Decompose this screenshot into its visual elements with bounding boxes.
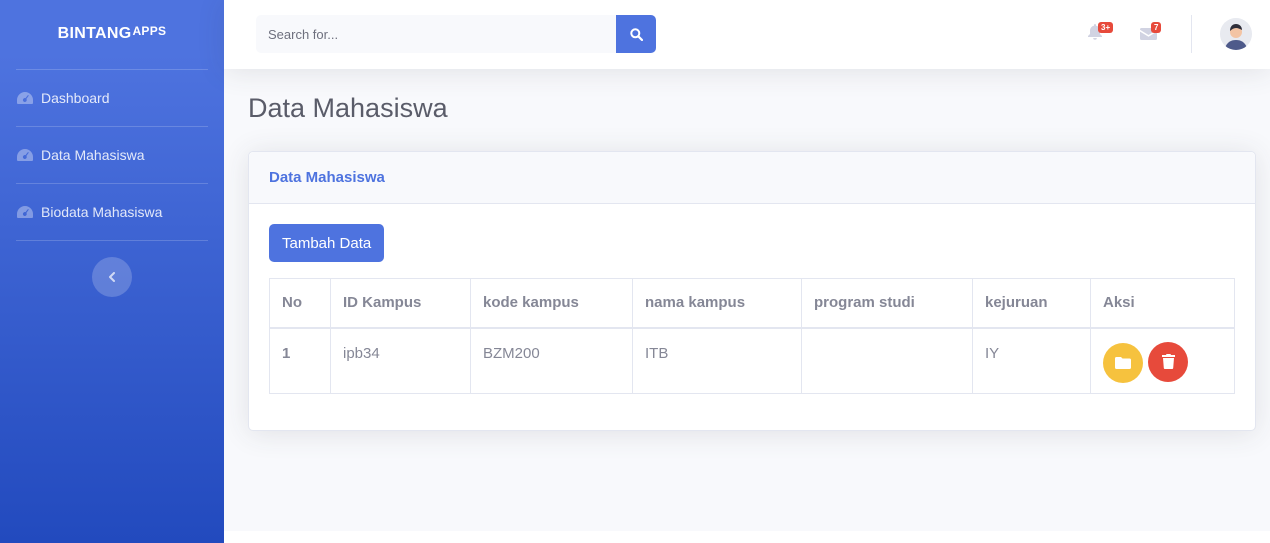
delete-button[interactable] [1148, 341, 1189, 382]
search-input[interactable] [256, 15, 616, 53]
trash-icon [1161, 354, 1175, 369]
sidebar-item-label: Biodata Mahasiswa [41, 204, 163, 220]
alerts-dropdown[interactable]: 3+ [1088, 22, 1114, 45]
search-icon [629, 27, 643, 41]
cell-id-kampus: ipb34 [330, 327, 471, 394]
sidebar-item-dashboard[interactable]: Dashboard [0, 70, 224, 126]
cell-no: 1 [269, 327, 331, 394]
sidebar-item-biodata-mahasiswa[interactable]: Biodata Mahasiswa [0, 184, 224, 240]
cell-program-studi [801, 327, 973, 394]
cell-nama-kampus: ITB [632, 327, 802, 394]
column-header: kejuruan [972, 278, 1091, 329]
table-header-row: No ID Kampus kode kampus nama kampus pro… [269, 278, 1235, 329]
detail-button[interactable] [1103, 343, 1143, 383]
sidebar-item-data-mahasiswa[interactable]: Data Mahasiswa [0, 127, 224, 183]
cell-kode-kampus: BZM200 [470, 327, 633, 394]
tachometer-icon [17, 149, 33, 161]
search-bar [256, 15, 656, 53]
topbar-divider [1191, 15, 1192, 53]
user-avatar[interactable] [1220, 18, 1252, 50]
folder-icon [1115, 357, 1131, 369]
column-header: ID Kampus [330, 278, 471, 329]
search-button[interactable] [616, 15, 656, 53]
data-card: Data Mahasiswa Tambah Data No ID Kampus … [248, 151, 1256, 431]
sidebar-item-label: Data Mahasiswa [41, 147, 145, 163]
sidebar-divider [16, 240, 208, 241]
alerts-count-badge: 3+ [1098, 22, 1114, 33]
card-header: Data Mahasiswa [249, 152, 1255, 204]
column-header: nama kampus [632, 278, 802, 329]
column-header: kode kampus [470, 278, 633, 329]
messages-dropdown[interactable]: 7 [1140, 22, 1162, 45]
messages-count-badge: 7 [1151, 22, 1162, 33]
chevron-left-icon [109, 272, 115, 282]
table-row: 1 ipb34 BZM200 ITB IY [269, 327, 1235, 394]
column-header: No [269, 278, 331, 329]
add-data-button[interactable]: Tambah Data [269, 224, 385, 262]
brand-suffix: APPS [132, 23, 167, 38]
brand-name: BINTANG [57, 24, 132, 42]
brand-logo[interactable]: BINTANG APPS [0, 0, 224, 69]
footer-band [224, 531, 1270, 543]
sidebar-item-label: Dashboard [41, 90, 110, 106]
user-avatar-icon [1220, 18, 1252, 50]
sidebar-toggle-button[interactable] [92, 257, 132, 297]
cell-kejuruan: IY [972, 327, 1091, 394]
topbar: 3+ 7 [224, 0, 1270, 69]
cell-actions [1090, 327, 1235, 394]
tachometer-icon [17, 206, 33, 218]
data-table: No ID Kampus kode kampus nama kampus pro… [269, 278, 1235, 394]
sidebar: BINTANG APPS Dashboard Data Mahasiswa Bio… [0, 0, 224, 543]
column-header: Aksi [1090, 278, 1235, 329]
tachometer-icon [17, 92, 33, 104]
page-title: Data Mahasiswa [248, 93, 448, 123]
column-header: program studi [801, 278, 973, 329]
